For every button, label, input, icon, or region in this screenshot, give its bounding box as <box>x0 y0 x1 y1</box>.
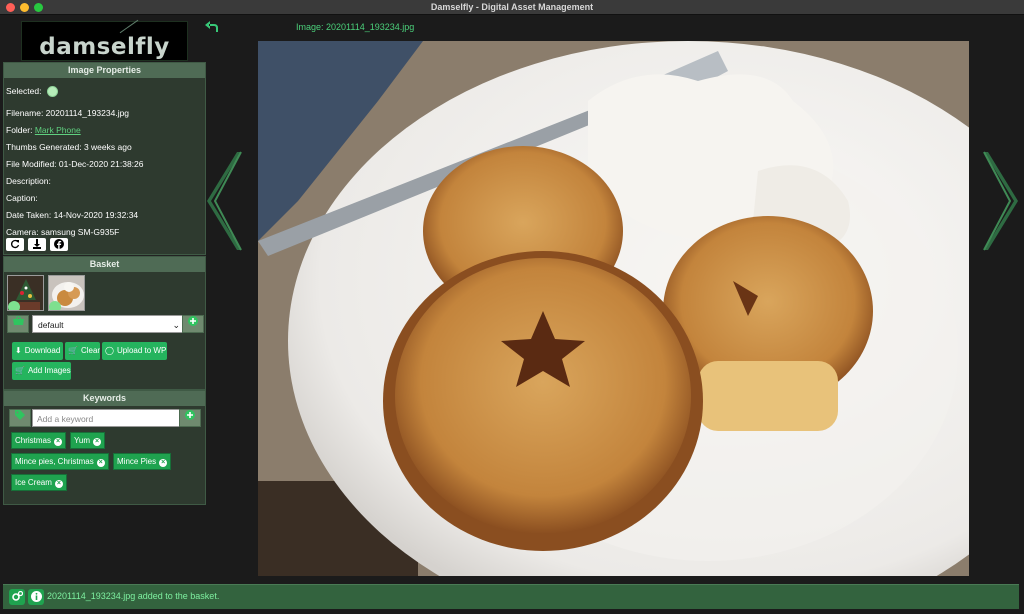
basket-select-button[interactable] <box>7 315 29 333</box>
basket-icon: 🛒 <box>68 346 78 355</box>
thumbnail-select-icon[interactable] <box>49 301 61 310</box>
folder-row: Folder: Mark Phone <box>6 125 81 135</box>
basket-clear-label: Clear <box>80 346 101 355</box>
plus-circle-icon <box>188 316 198 326</box>
filename-text: Filename: 20201114_193234.jpg <box>6 108 130 118</box>
basket-heading: Basket <box>4 257 205 272</box>
logo-text: damselfly <box>39 34 170 60</box>
info-button[interactable] <box>28 589 44 605</box>
keyword-chip-label: Mince Pies <box>117 457 157 466</box>
keyword-input[interactable]: Add a keyword <box>32 409 182 427</box>
file-modified-text: File Modified: 01-Dec-2020 21:38:26 <box>6 159 144 169</box>
tag-icon <box>15 410 25 420</box>
keyword-chip[interactable]: Yum × <box>70 432 106 449</box>
selected-indicator-icon[interactable] <box>46 86 58 98</box>
settings-button[interactable] <box>9 589 25 605</box>
facebook-icon <box>54 239 64 249</box>
status-message: 20201114_193234.jpg added to the basket. <box>47 591 220 601</box>
main-photo-mince-pies[interactable] <box>258 41 969 576</box>
folder-label: Folder: <box>6 125 33 135</box>
remove-keyword-icon[interactable]: × <box>93 438 102 446</box>
app-logo[interactable]: damselfly <box>21 19 188 61</box>
upload-to-wp-button[interactable]: ◯ Upload to WP <box>102 342 167 360</box>
status-bar: 20201114_193234.jpg added to the basket. <box>3 584 1019 609</box>
remove-keyword-icon[interactable]: × <box>54 438 63 446</box>
chevron-down-icon: ⌄ <box>172 320 180 330</box>
keyword-chip-label: Christmas <box>15 436 52 445</box>
sidebar: Image Properties Selected: Filename: 202… <box>3 62 206 505</box>
add-keyword-button[interactable] <box>179 409 201 427</box>
refresh-icon <box>11 239 20 249</box>
image-properties-heading: Image Properties <box>4 63 205 78</box>
basket-icon <box>12 315 24 325</box>
add-images-label: Add Images <box>27 366 71 375</box>
add-basket-button[interactable] <box>182 315 204 333</box>
keyword-chip[interactable]: Mince Pies × <box>113 453 172 470</box>
mince-pies-photo <box>258 41 969 576</box>
image-title: Image: 20201114_193234.jpg <box>296 22 415 32</box>
keywords-heading: Keywords <box>4 391 205 406</box>
facebook-share-button[interactable] <box>50 238 68 251</box>
keyword-input-placeholder: Add a keyword <box>37 414 94 424</box>
remove-keyword-icon[interactable]: × <box>159 459 168 467</box>
keyword-chip-label: Mince pies, Christmas <box>15 457 94 466</box>
info-icon <box>30 591 42 602</box>
refresh-button[interactable] <box>6 238 24 251</box>
back-arrow-icon[interactable] <box>203 20 221 36</box>
damselfly-wing-mark <box>119 19 139 34</box>
folder-link[interactable]: Mark Phone <box>35 125 81 135</box>
basket-clear-button[interactable]: 🛒 Clear <box>65 342 100 360</box>
date-taken-text: Date Taken: 14-Nov-2020 19:32:34 <box>6 210 139 220</box>
basket-thumbnail-christmas[interactable] <box>7 275 44 311</box>
basket-select[interactable]: default ⌄ <box>32 315 184 333</box>
tag-button[interactable] <box>9 409 31 427</box>
camera-text: Camera: samsung SM-G935F <box>6 227 120 237</box>
selected-row: Selected: <box>6 86 58 98</box>
download-icon: ⬇ <box>15 346 22 355</box>
image-properties-panel: Image Properties Selected: Filename: 202… <box>3 62 206 255</box>
basket-icon: 🛒 <box>15 366 25 375</box>
upload-to-wp-label: Upload to WP <box>116 346 167 355</box>
keyword-chip[interactable]: Christmas × <box>11 432 67 449</box>
basket-thumbnail-mince-pies[interactable] <box>48 275 85 311</box>
remove-keyword-icon[interactable]: × <box>96 459 105 467</box>
keyword-chip[interactable]: Ice Cream × <box>11 474 67 491</box>
thumbnail-select-icon[interactable] <box>8 301 20 310</box>
add-images-button[interactable]: 🛒 Add Images <box>12 362 71 380</box>
selected-label: Selected: <box>6 86 42 96</box>
keyword-chip[interactable]: Mince pies, Christmas × <box>11 453 109 470</box>
window-titlebar: Damselfly - Digital Asset Management <box>0 0 1024 15</box>
plus-circle-icon <box>185 410 195 420</box>
basket-select-value: default <box>38 320 64 330</box>
download-icon <box>33 239 41 249</box>
wordpress-icon: ◯ <box>105 346 114 355</box>
download-image-button[interactable] <box>28 238 46 251</box>
cogs-icon <box>11 590 23 601</box>
previous-image-chevron-icon[interactable] <box>207 150 243 252</box>
basket-download-button[interactable]: ⬇ Download <box>12 342 63 360</box>
keyword-chip-label: Ice Cream <box>15 478 52 487</box>
next-image-chevron-icon[interactable] <box>982 150 1018 252</box>
window-title: Damselfly - Digital Asset Management <box>430 2 594 12</box>
thumbs-generated-text: Thumbs Generated: 3 weeks ago <box>6 142 132 152</box>
description-text: Description: <box>6 176 51 186</box>
basket-download-label: Download <box>24 346 61 355</box>
remove-keyword-icon[interactable]: × <box>54 480 63 488</box>
keyword-chip-label: Yum <box>74 436 91 445</box>
caption-text: Caption: <box>6 193 38 203</box>
